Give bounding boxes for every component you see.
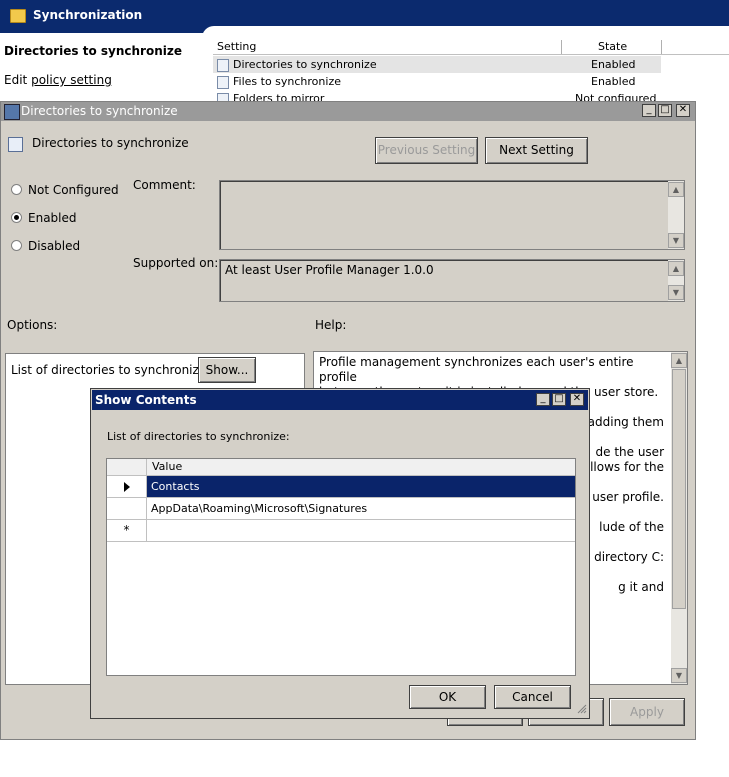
resize-grip-icon[interactable] (575, 702, 587, 714)
list-directories-label: List of directories to synchronize: (11, 363, 211, 377)
minimize-icon[interactable]: _ (536, 393, 550, 406)
setting-name: Folders to mirror (233, 92, 325, 101)
scroll-down-icon[interactable]: ▼ (668, 233, 684, 248)
edit-prefix: Edit (4, 73, 28, 87)
show-button[interactable]: Show... (198, 357, 256, 383)
comment-textarea[interactable]: ▲ ▼ (219, 180, 685, 250)
table-row[interactable]: * (107, 520, 575, 542)
scroll-thumb[interactable] (672, 369, 686, 609)
show-contents-title: Show Contents (95, 393, 197, 407)
dialog-app-icon (4, 104, 20, 120)
help-line: Profile management synchronizes each use… (319, 355, 634, 384)
policy-setting-icon (217, 76, 229, 89)
row-header (107, 498, 147, 520)
minimize-icon[interactable]: _ (642, 104, 656, 117)
setting-state: Not configured (575, 92, 657, 101)
next-setting-button[interactable]: Next Setting (485, 137, 588, 164)
folder-icon (10, 9, 26, 23)
value-cell[interactable]: AppData\Roaming\Microsoft\Signatures (147, 498, 575, 520)
enabled-radio[interactable] (11, 212, 22, 223)
ok-button[interactable]: OK (409, 685, 486, 709)
supported-on-box: At least User Profile Manager 1.0.0 ▲ ▼ (219, 259, 685, 302)
setting-state: Enabled (591, 75, 636, 88)
policy-setting-icon (217, 93, 229, 101)
comment-label: Comment: (133, 178, 196, 192)
supported-scrollbar[interactable]: ▲ ▼ (668, 260, 684, 301)
policy-setting-icon (8, 137, 23, 152)
row-header-corner (107, 459, 147, 475)
supported-on-label: Supported on: (133, 256, 219, 270)
new-row-icon: * (107, 520, 147, 542)
value-cell[interactable] (147, 520, 575, 542)
options-label: Options: (7, 318, 58, 332)
table-row[interactable]: Contacts (107, 476, 575, 498)
left-panel-heading: Directories to synchronize (4, 44, 182, 58)
value-cell[interactable]: Contacts (147, 476, 575, 498)
enabled-label: Enabled (28, 211, 77, 225)
values-grid: Value Contacts AppData\Roaming\Microsoft… (106, 458, 576, 676)
disabled-label: Disabled (28, 239, 81, 253)
dialog-titlebar[interactable]: Directories to synchronize _ □ ✕ (1, 102, 695, 121)
previous-setting-button[interactable]: Previous Setting (375, 137, 478, 164)
scroll-down-icon[interactable]: ▼ (671, 668, 687, 683)
scroll-up-icon[interactable]: ▲ (668, 261, 684, 276)
help-scrollbar[interactable]: ▲ ▼ (671, 352, 687, 684)
column-header-state[interactable]: State (562, 40, 662, 54)
scroll-up-icon[interactable]: ▲ (668, 182, 684, 197)
background-tab-curve (202, 26, 729, 38)
apply-button[interactable]: Apply (609, 698, 685, 726)
maximize-icon[interactable]: □ (552, 393, 566, 406)
supported-on-value: At least User Profile Manager 1.0.0 (225, 263, 434, 277)
comment-scrollbar[interactable]: ▲ ▼ (668, 181, 684, 249)
values-grid-header: Value (107, 459, 575, 476)
show-contents-label: List of directories to synchronize: (107, 430, 290, 443)
left-panel-edit: Edit policy setting (4, 73, 112, 87)
scroll-up-icon[interactable]: ▲ (671, 353, 687, 368)
show-contents-titlebar[interactable]: Show Contents _ □ ✕ (92, 390, 588, 410)
setting-name-label: Directories to synchronize (32, 136, 189, 150)
not-configured-radio[interactable] (11, 184, 22, 195)
setting-state: Enabled (591, 58, 636, 71)
policy-setting-icon (217, 59, 229, 72)
setting-name: Directories to synchronize (233, 58, 377, 71)
show-contents-dialog: Show Contents _ □ ✕ List of directories … (90, 388, 590, 719)
disabled-radio[interactable] (11, 240, 22, 251)
setting-name: Files to synchronize (233, 75, 341, 88)
column-header-setting[interactable]: Setting (213, 40, 562, 54)
close-icon[interactable]: ✕ (676, 104, 690, 117)
settings-row[interactable]: Files to synchronize Enabled (213, 73, 661, 90)
edit-policy-link[interactable]: policy setting (31, 73, 112, 87)
settings-grid-header: Setting State (213, 40, 729, 55)
not-configured-label: Not Configured (28, 183, 119, 197)
scroll-down-icon[interactable]: ▼ (668, 285, 684, 300)
table-row[interactable]: AppData\Roaming\Microsoft\Signatures (107, 498, 575, 520)
value-column-header[interactable]: Value (152, 460, 182, 473)
close-icon[interactable]: ✕ (570, 393, 584, 406)
dialog-title: Directories to synchronize (21, 104, 178, 118)
help-label: Help: (315, 318, 347, 332)
cancel-button[interactable]: Cancel (494, 685, 571, 709)
settings-row[interactable]: Folders to mirror Not configured (213, 90, 661, 101)
settings-row[interactable]: Directories to synchronize Enabled (213, 56, 661, 73)
background-title: Synchronization (33, 8, 143, 22)
maximize-icon[interactable]: □ (658, 104, 672, 117)
current-row-arrow-icon (107, 476, 147, 498)
